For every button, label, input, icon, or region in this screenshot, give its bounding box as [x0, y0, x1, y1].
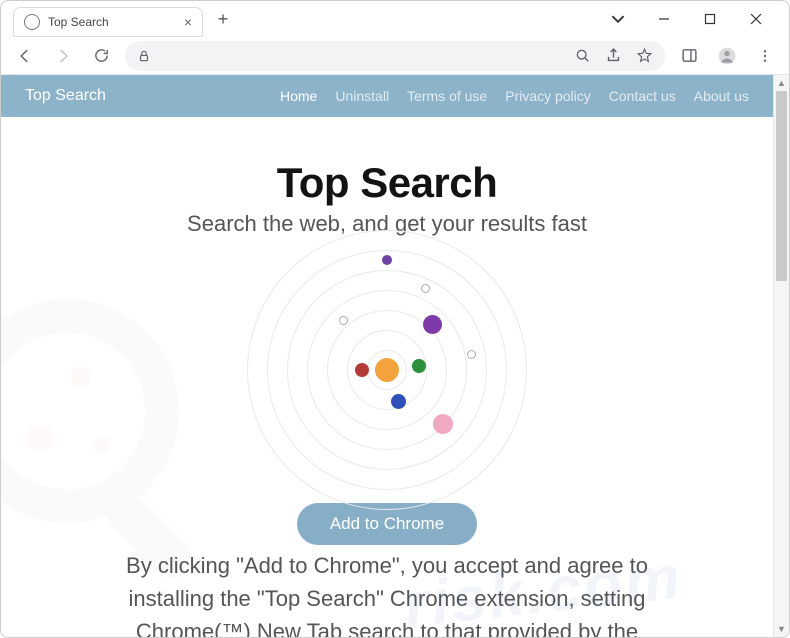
globe-icon — [24, 14, 40, 30]
planet-icon — [421, 284, 430, 293]
menu-icon[interactable] — [751, 42, 779, 70]
window-titlebar: Top Search × + — [1, 1, 789, 37]
planet-icon — [423, 315, 442, 334]
scrollbar[interactable]: ▲ ▼ — [773, 75, 789, 637]
browser-tab[interactable]: Top Search × — [13, 7, 203, 37]
reload-button[interactable] — [87, 42, 115, 70]
nav-home[interactable]: Home — [280, 88, 317, 104]
browser-toolbar — [1, 37, 789, 75]
planet-icon — [433, 414, 453, 434]
chevron-down-icon[interactable] — [603, 4, 633, 34]
planet-icon — [382, 255, 392, 265]
legal-text: By clicking "Add to Chrome", you accept … — [107, 549, 667, 637]
site-brand: Top Search — [25, 87, 106, 105]
share-icon[interactable] — [605, 47, 622, 64]
planet-icon — [391, 394, 406, 409]
scroll-up-icon[interactable]: ▲ — [774, 75, 789, 91]
maximize-button[interactable] — [695, 4, 725, 34]
hero-title: Top Search — [51, 159, 723, 207]
address-bar[interactable] — [125, 41, 665, 71]
nav-uninstall[interactable]: Uninstall — [335, 88, 389, 104]
minimize-button[interactable] — [649, 4, 679, 34]
nav-about[interactable]: About us — [694, 88, 749, 104]
star-icon[interactable] — [636, 47, 653, 64]
profile-icon[interactable] — [713, 42, 741, 70]
side-panel-icon[interactable] — [675, 42, 703, 70]
planet-icon — [375, 358, 399, 382]
page-content: Top Search Home Uninstall Terms of use P… — [1, 75, 773, 637]
new-tab-button[interactable]: + — [209, 5, 237, 33]
planet-icon — [355, 363, 369, 377]
tab-title: Top Search — [48, 15, 109, 29]
planet-icon — [412, 359, 426, 373]
planet-icon — [467, 350, 476, 359]
back-button[interactable] — [11, 42, 39, 70]
nav-contact[interactable]: Contact us — [609, 88, 676, 104]
orbit-illustration — [232, 255, 542, 485]
planet-icon — [339, 316, 348, 325]
search-icon[interactable] — [575, 48, 591, 64]
close-button[interactable] — [741, 4, 771, 34]
nav-privacy[interactable]: Privacy policy — [505, 88, 591, 104]
site-navbar: Top Search Home Uninstall Terms of use P… — [1, 75, 773, 117]
nav-terms[interactable]: Terms of use — [407, 88, 487, 104]
scroll-thumb[interactable] — [776, 91, 787, 281]
lock-icon — [137, 49, 151, 63]
forward-button[interactable] — [49, 42, 77, 70]
close-icon[interactable]: × — [184, 14, 192, 30]
scroll-down-icon[interactable]: ▼ — [774, 621, 789, 637]
